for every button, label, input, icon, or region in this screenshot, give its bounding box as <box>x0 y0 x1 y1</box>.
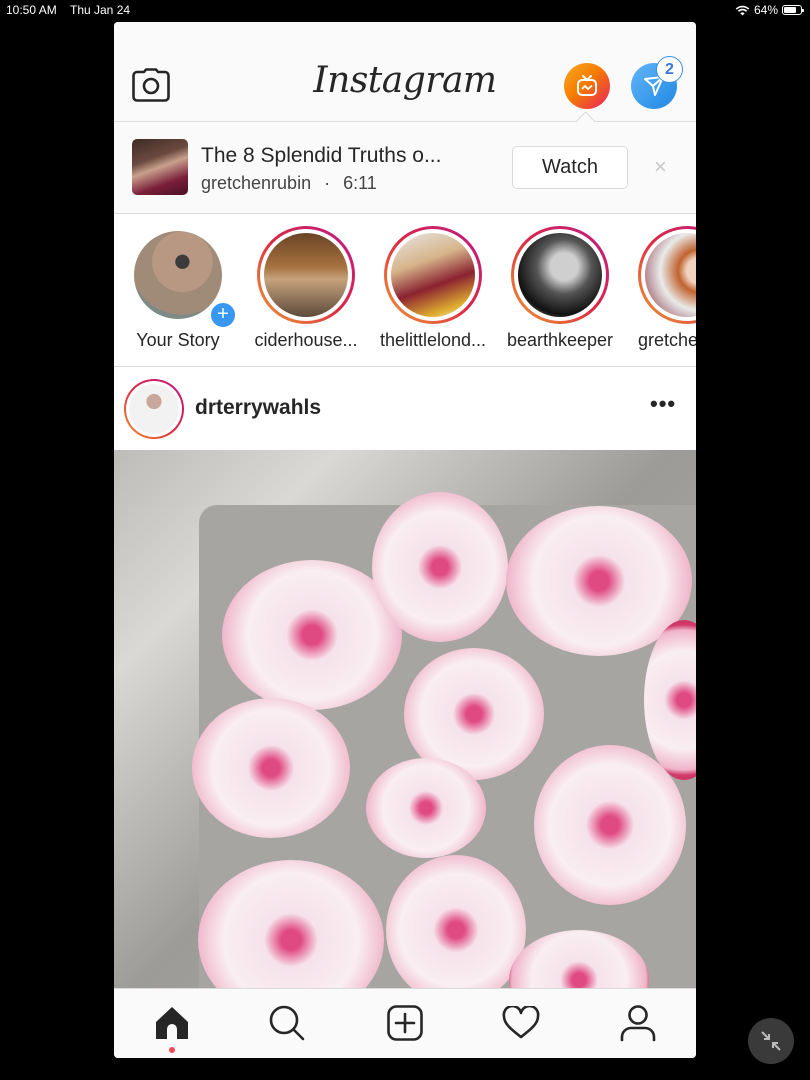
add-story-icon[interactable]: + <box>209 301 237 329</box>
story-avatar <box>645 233 696 317</box>
story-item[interactable]: ciderhouse... <box>251 226 361 351</box>
story-username: gretche <box>638 330 696 350</box>
igtv-duration: 6:11 <box>343 173 377 193</box>
tab-new-post[interactable] <box>385 1003 425 1043</box>
story-username: bearthkeeper <box>506 330 614 350</box>
top-nav: Instagram 2 <box>114 22 696 130</box>
igtv-button[interactable] <box>564 63 610 109</box>
post-author-avatar[interactable] <box>124 379 184 439</box>
watch-button[interactable]: Watch <box>512 146 628 189</box>
story-avatar <box>264 233 348 317</box>
profile-icon <box>620 1005 656 1042</box>
more-options-icon[interactable]: ••• <box>650 391 676 417</box>
add-post-icon <box>387 1005 423 1041</box>
heart-icon <box>502 1006 540 1039</box>
story-avatar <box>391 233 475 317</box>
compress-arrows-icon <box>761 1031 781 1051</box>
story-username: thelittlelond... <box>379 330 487 350</box>
radish-slice <box>372 492 508 642</box>
status-bar: 10:50 AM Thu Jan 24 64% <box>0 0 810 20</box>
close-icon[interactable]: × <box>654 154 667 180</box>
post-header: drterrywahls ••• <box>114 367 696 450</box>
meta-separator: · <box>324 173 331 193</box>
radish-slice <box>366 758 486 858</box>
story-item[interactable]: thelittlelond... <box>378 226 488 351</box>
tab-home[interactable] <box>152 1003 192 1043</box>
igtv-banner[interactable]: The 8 Splendid Truths o... gretchenrubin… <box>114 122 696 214</box>
radish-slice <box>192 698 350 838</box>
battery-icon <box>782 5 804 15</box>
instagram-app: Instagram 2 The 8 Splendid Truths o... g… <box>114 22 696 1058</box>
story-avatar <box>134 231 222 319</box>
battery-percent: 64% <box>753 3 778 17</box>
radish-slice <box>534 745 686 905</box>
story-username: ciderhouse... <box>254 330 358 350</box>
post-author-username[interactable]: drterrywahls <box>195 396 321 420</box>
story-avatar <box>518 233 602 317</box>
igtv-video-title: The 8 Splendid Truths o... <box>201 144 442 167</box>
post-image[interactable] <box>114 450 696 988</box>
story-item-your-story[interactable]: + Your Story <box>123 226 237 351</box>
status-right: 64% <box>735 3 804 17</box>
tab-search[interactable] <box>267 1003 307 1043</box>
stories-tray[interactable]: + Your Story ciderhouse... thelittlelond… <box>114 214 696 367</box>
home-icon <box>156 1007 188 1039</box>
exit-fullscreen-button[interactable] <box>748 1018 794 1064</box>
bottom-tab-bar <box>114 988 696 1058</box>
story-username: Your Story <box>136 330 220 350</box>
wifi-icon <box>735 5 750 15</box>
tab-profile[interactable] <box>618 1003 658 1043</box>
story-item[interactable]: bearthkeeper <box>505 226 615 351</box>
status-time: 10:50 AM <box>6 3 57 17</box>
tab-activity[interactable] <box>501 1003 541 1043</box>
direct-badge-count: 2 <box>656 56 683 83</box>
search-icon <box>269 1005 305 1041</box>
igtv-icon <box>577 75 597 96</box>
igtv-video-meta: gretchenrubin · 6:11 <box>201 173 377 194</box>
igtv-video-thumbnail[interactable] <box>132 139 188 195</box>
igtv-channel: gretchenrubin <box>201 173 312 193</box>
status-date: Thu Jan 24 <box>70 3 131 17</box>
home-active-indicator <box>169 1047 175 1053</box>
story-item[interactable]: gretche <box>632 226 696 351</box>
